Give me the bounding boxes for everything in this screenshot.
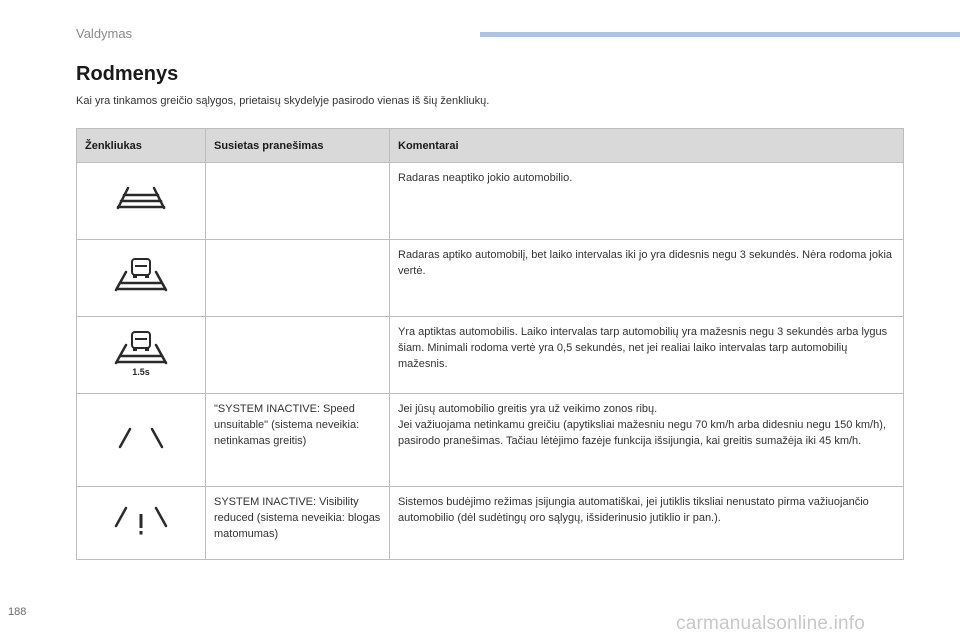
comment-cell: Radaras neaptiko jokio automobilio. [389,162,904,240]
section-label: Valdymas [76,26,133,41]
road-car-icon [114,257,168,291]
header-accent-bar [480,32,960,37]
indicator-table: Ženkliukas Susietas pranešimas Komentara… [76,128,904,560]
icon-cell [76,486,206,560]
table-row: "SYSTEM INACTIVE: Speed unsuitable" (sis… [76,393,904,487]
message-cell: "SYSTEM INACTIVE: Speed unsuitable" (sis… [205,393,390,487]
comment-cell: Radaras aptiko automobilį, bet laiko int… [389,239,904,317]
page-title: Rodmenys [76,63,179,85]
icon-cell [76,239,206,317]
icon-cell [76,393,206,487]
comment-cell: Yra aptiktas automobilis. Laiko interval… [389,316,904,394]
road-lines-icon [116,186,166,209]
page-number: 188 [8,606,27,618]
table-row: SYSTEM INACTIVE: Visibility reduced (sis… [76,486,904,560]
message-cell: SYSTEM INACTIVE: Visibility reduced (sis… [205,486,390,560]
table-row: 1.5s Yra aptiktas automobilis. Laiko int… [76,316,904,394]
column-header-message: Susietas pranešimas [205,128,390,163]
message-cell [205,239,390,317]
table-row: Radaras aptiko automobilį, bet laiko int… [76,239,904,317]
intro-text: Kai yra tinkamos greičio sąlygos, prieta… [76,95,490,107]
table-header-row: Ženkliukas Susietas pranešimas Komentara… [76,128,904,163]
column-header-icon: Ženkliukas [76,128,206,163]
column-header-comment: Komentarai [389,128,904,163]
table-row: Radaras neaptiko jokio automobilio. [76,162,904,240]
comment-cell: Jei jūsų automobilio greitis yra už veik… [389,393,904,487]
watermark: carmanualsonline.info [676,613,866,634]
interval-value: 1.5s [132,367,150,377]
comment-cell: Sistemos budėjimo režimas įsijungia auto… [389,486,904,560]
road-car-interval-icon: 1.5s [114,330,168,377]
road-edges-icon [118,427,164,448]
message-cell [205,162,390,240]
message-cell [205,316,390,394]
icon-cell: 1.5s [76,316,206,394]
exclamation-icon [139,513,143,528]
road-warning-icon [114,506,168,534]
icon-cell [76,162,206,240]
